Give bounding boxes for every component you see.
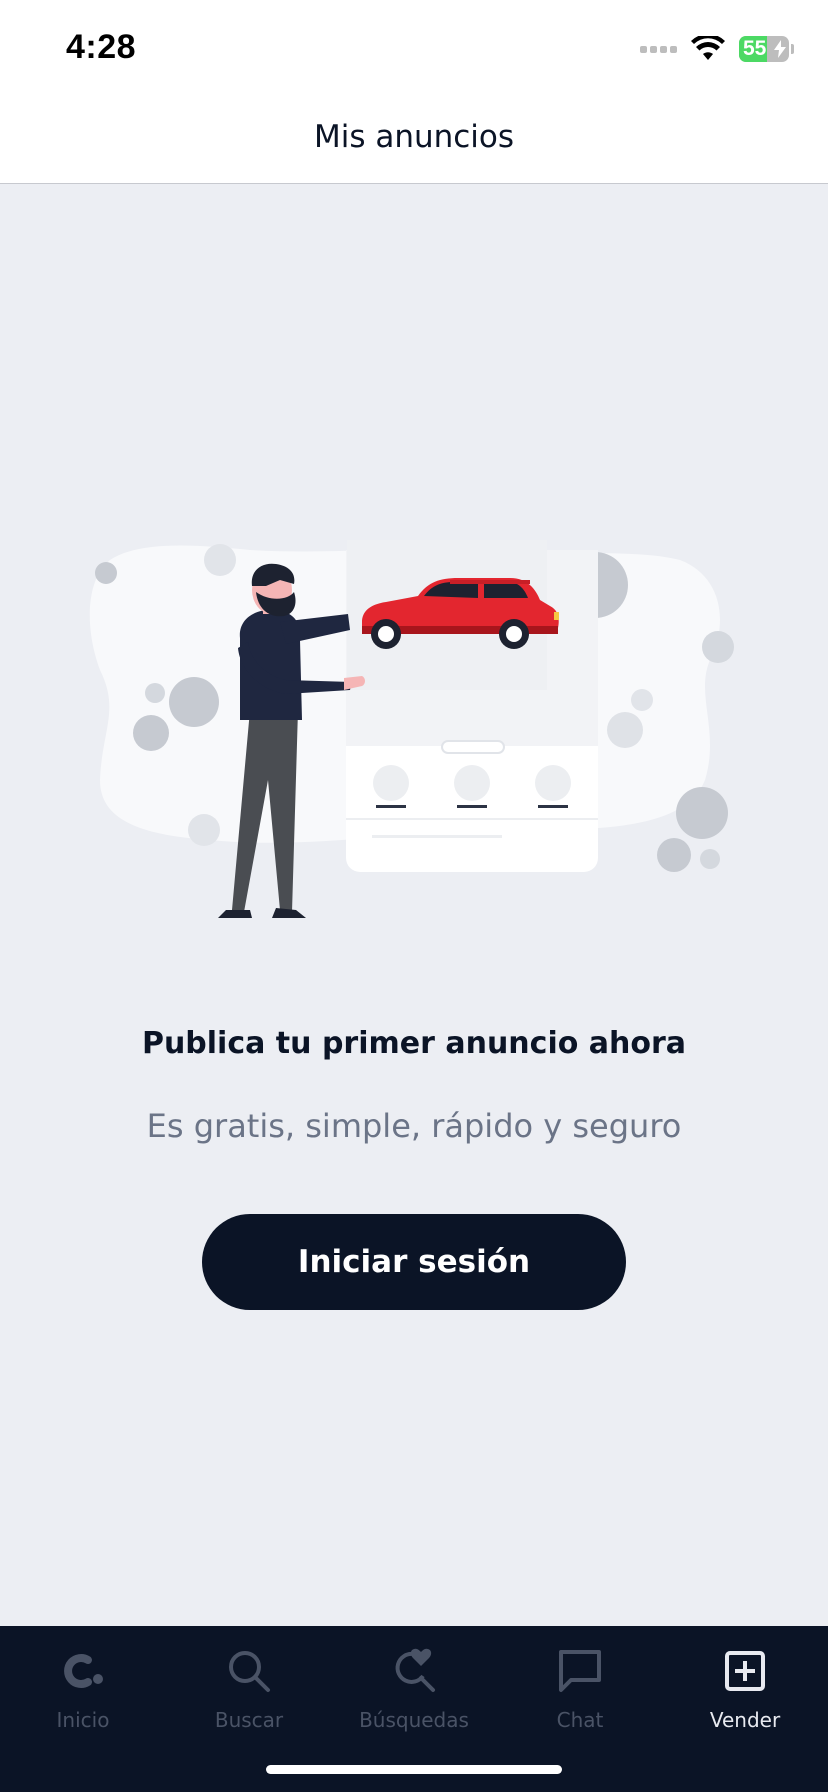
battery-charging-icon: 55 bbox=[739, 36, 789, 62]
tab-busquedas[interactable]: Búsquedas bbox=[331, 1646, 497, 1746]
saved-search-heart-icon bbox=[389, 1646, 439, 1696]
bolt-icon bbox=[774, 40, 786, 58]
tab-chat[interactable]: Chat bbox=[497, 1646, 663, 1746]
home-indicator[interactable] bbox=[266, 1765, 562, 1774]
page-title: Mis anuncios bbox=[313, 118, 515, 155]
signal-dots-icon bbox=[640, 45, 677, 53]
chat-bubble-icon bbox=[555, 1646, 605, 1696]
status-icons: 55 bbox=[640, 34, 794, 64]
tab-label: Vender bbox=[709, 1708, 781, 1732]
tab-label: Buscar bbox=[214, 1708, 284, 1732]
tab-buscar[interactable]: Buscar bbox=[166, 1646, 332, 1746]
nav-bar: Mis anuncios bbox=[0, 90, 828, 184]
tab-label: Inicio bbox=[56, 1708, 110, 1732]
empty-state-headline: Publica tu primer anuncio ahora bbox=[141, 1026, 687, 1061]
plus-square-icon bbox=[720, 1646, 770, 1696]
status-bar: 4:28 55 bbox=[0, 0, 828, 90]
tab-label: Chat bbox=[556, 1708, 604, 1732]
empty-state-subline: Es gratis, simple, rápido y seguro bbox=[146, 1107, 682, 1145]
wifi-icon bbox=[691, 36, 725, 60]
logo-c-icon bbox=[58, 1646, 108, 1696]
tab-inicio[interactable]: Inicio bbox=[0, 1646, 166, 1746]
tab-vender[interactable]: Vender bbox=[662, 1646, 828, 1746]
battery-cap bbox=[791, 44, 794, 54]
battery-level: 55 bbox=[743, 37, 767, 60]
status-time: 4:28 bbox=[66, 28, 137, 66]
empty-state-illustration bbox=[89, 540, 734, 918]
tab-label: Búsquedas bbox=[359, 1708, 469, 1732]
search-icon bbox=[224, 1646, 274, 1696]
login-button[interactable]: Iniciar sesión bbox=[202, 1214, 626, 1310]
